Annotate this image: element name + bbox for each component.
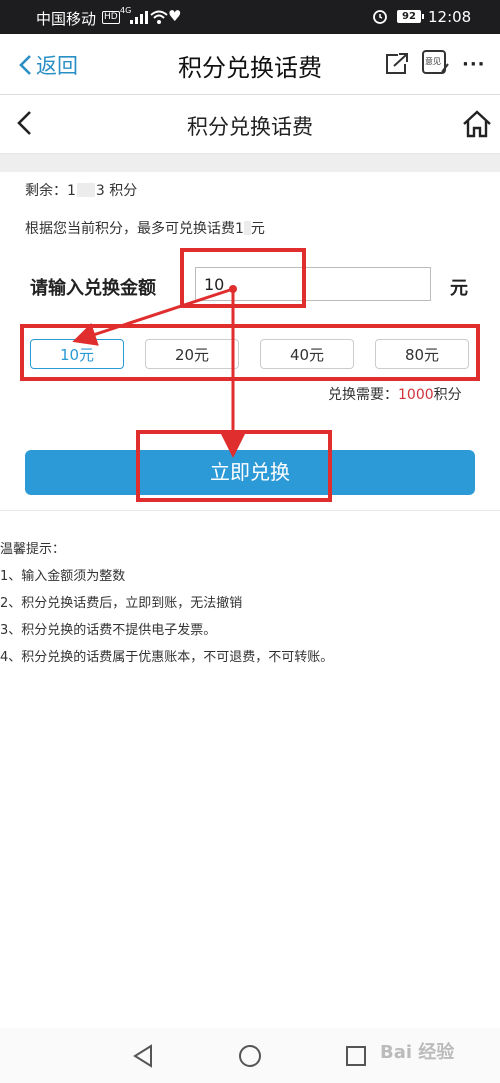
nav-back-icon[interactable] bbox=[132, 1044, 154, 1068]
baidu-watermark: Bai 经验 bbox=[380, 1042, 455, 1063]
system-nav-bar: Bai 经验 bbox=[0, 1028, 500, 1083]
arrow-to-option bbox=[72, 287, 234, 346]
arrow-origin bbox=[229, 285, 237, 293]
tips-title: 温馨提示： bbox=[0, 542, 66, 557]
tip-item: 4、积分兑换的话费属于优惠账本，不可退费，不可转账。 bbox=[0, 650, 334, 665]
tip-item: 3、积分兑换的话费不提供电子发票。 bbox=[0, 623, 217, 638]
nav-home-icon[interactable] bbox=[238, 1044, 262, 1068]
annotation-arrows bbox=[72, 285, 245, 458]
tip-item: 2、积分兑换话费后，立即到账，无法撤销 bbox=[0, 596, 243, 611]
tip-item: 1、输入金额须为整数 bbox=[0, 569, 126, 584]
nav-recents-icon[interactable] bbox=[345, 1045, 367, 1067]
